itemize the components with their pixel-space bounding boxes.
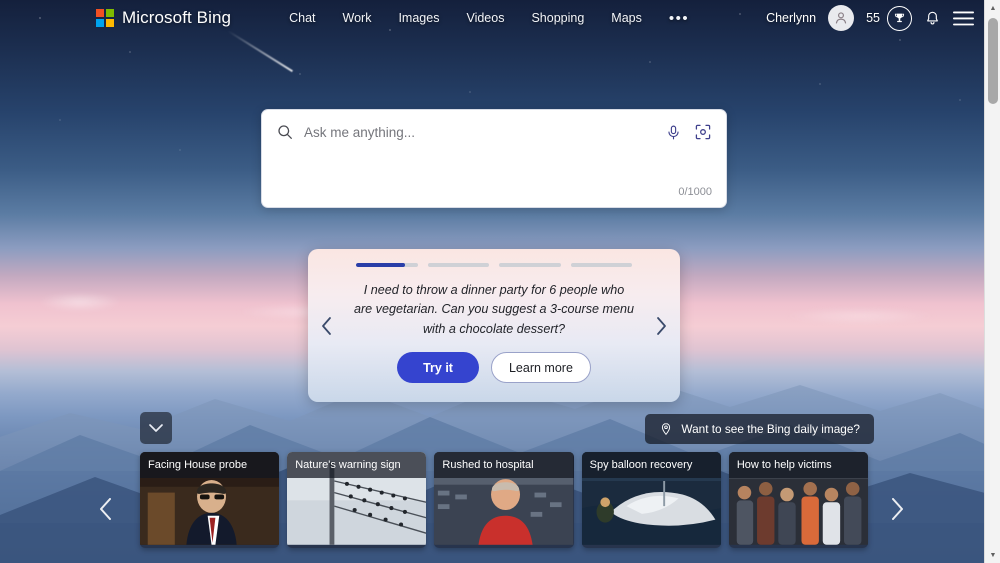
avatar[interactable] bbox=[828, 5, 855, 31]
main-navigation: Chat Work Images Videos Shopping Maps ••… bbox=[289, 10, 689, 27]
try-it-button[interactable]: Try it bbox=[397, 352, 479, 384]
visual-search-icon[interactable] bbox=[694, 123, 712, 141]
chevron-right-icon bbox=[892, 498, 903, 520]
collapse-feed-button[interactable] bbox=[140, 412, 172, 444]
news-card[interactable]: Spy balloon recovery bbox=[581, 452, 721, 548]
page-scrollbar[interactable]: ▲ ▼ bbox=[984, 0, 1000, 563]
scrollbar-thumb[interactable] bbox=[988, 18, 998, 104]
chevron-down-icon bbox=[149, 424, 163, 432]
nav-item-chat[interactable]: Chat bbox=[289, 11, 315, 25]
news-card-title: Spy balloon recovery bbox=[581, 452, 721, 478]
suggestion-prev-button[interactable] bbox=[320, 316, 334, 336]
top-header: Microsoft Bing Chat Work Images Videos S… bbox=[0, 0, 984, 36]
news-carousel: Facing House probe Nature's warning sign… bbox=[140, 452, 869, 548]
nav-more-icon[interactable]: ••• bbox=[669, 10, 689, 27]
bing-daily-image-label: Want to see the Bing daily image? bbox=[681, 422, 860, 436]
nav-item-videos[interactable]: Videos bbox=[466, 11, 504, 25]
bell-icon[interactable] bbox=[924, 10, 941, 27]
news-card[interactable]: Facing House probe bbox=[140, 452, 280, 548]
news-card[interactable]: Rushed to hospital bbox=[434, 452, 574, 548]
search-row bbox=[262, 110, 726, 141]
news-card-title: How to help victims bbox=[728, 452, 869, 478]
chevron-left-icon bbox=[100, 498, 111, 520]
carousel-progress bbox=[308, 249, 680, 267]
nav-item-images[interactable]: Images bbox=[398, 11, 439, 25]
microsoft-logo-icon bbox=[96, 9, 114, 27]
person-icon bbox=[835, 12, 847, 24]
progress-bar-3[interactable] bbox=[499, 263, 561, 267]
news-card[interactable]: How to help victims bbox=[728, 452, 869, 548]
progress-bar-4[interactable] bbox=[570, 263, 632, 267]
rewards-area[interactable]: 55 bbox=[866, 5, 912, 31]
learn-more-button[interactable]: Learn more bbox=[490, 352, 591, 384]
bing-daily-image-button[interactable]: Want to see the Bing daily image? bbox=[645, 414, 874, 444]
news-next-button[interactable] bbox=[881, 489, 913, 529]
trophy-icon[interactable] bbox=[887, 5, 912, 31]
search-actions bbox=[665, 123, 712, 141]
header-account-area: Cherlynn 55 bbox=[766, 5, 974, 31]
nav-item-shopping[interactable]: Shopping bbox=[531, 11, 584, 25]
brand-name: Microsoft Bing bbox=[122, 8, 232, 27]
suggestion-text: I need to throw a dinner party for 6 peo… bbox=[353, 282, 635, 336]
rewards-count: 55 bbox=[866, 11, 880, 25]
news-card-title: Nature's warning sign bbox=[287, 452, 427, 478]
bing-logo[interactable]: Microsoft Bing bbox=[96, 8, 231, 28]
scrollbar-up-arrow-icon[interactable]: ▲ bbox=[985, 0, 1000, 16]
location-pin-icon bbox=[662, 423, 671, 436]
bing-homepage: Microsoft Bing Chat Work Images Videos S… bbox=[0, 0, 1000, 563]
user-name: Cherlynn bbox=[766, 11, 817, 25]
microphone-icon[interactable] bbox=[665, 124, 682, 141]
news-prev-button[interactable] bbox=[90, 489, 122, 529]
progress-bar-1[interactable] bbox=[356, 263, 418, 267]
nav-item-work[interactable]: Work bbox=[343, 11, 372, 25]
character-counter: 0/1000 bbox=[678, 186, 712, 198]
suggestion-next-button[interactable] bbox=[654, 316, 668, 336]
search-box[interactable]: 0/1000 bbox=[261, 109, 727, 208]
search-icon[interactable] bbox=[276, 123, 294, 141]
nav-item-maps[interactable]: Maps bbox=[611, 11, 642, 25]
suggestion-card: I need to throw a dinner party for 6 peo… bbox=[308, 249, 680, 402]
progress-bar-2[interactable] bbox=[427, 263, 489, 267]
news-card-title: Facing House probe bbox=[140, 452, 280, 478]
news-card[interactable]: Nature's warning sign bbox=[287, 452, 427, 548]
search-input[interactable] bbox=[304, 124, 655, 140]
suggestion-buttons: Try it Learn more bbox=[308, 352, 680, 384]
scrollbar-down-arrow-icon[interactable]: ▼ bbox=[985, 547, 1000, 563]
news-card-title: Rushed to hospital bbox=[434, 452, 574, 478]
hamburger-menu-icon[interactable] bbox=[953, 10, 974, 27]
